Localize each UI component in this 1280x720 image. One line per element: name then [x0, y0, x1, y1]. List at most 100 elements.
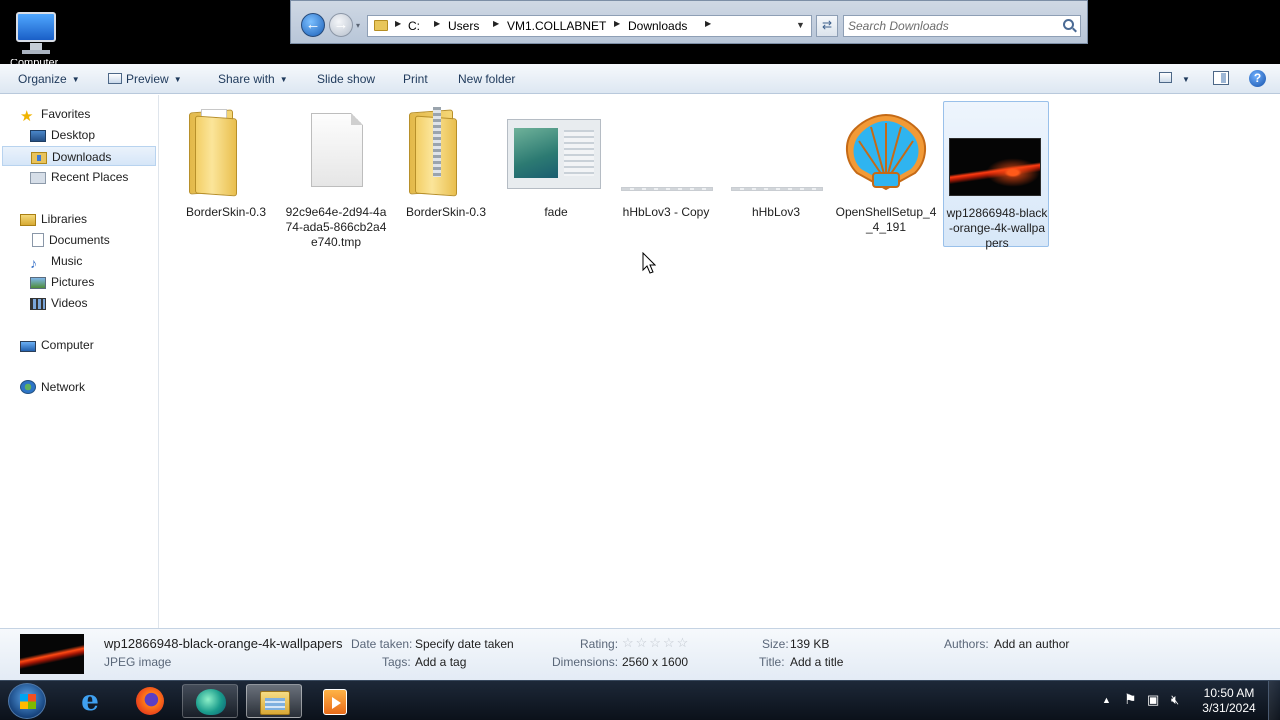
chevron-down-icon: ▼: [279, 75, 288, 84]
volume-muted-icon[interactable]: 🔇︎: [1171, 692, 1179, 708]
recent-pages-dropdown-icon[interactable]: ▾: [356, 21, 362, 30]
search-icon[interactable]: [1063, 19, 1074, 30]
nav-favorites-label: Favorites: [41, 107, 91, 121]
file-item[interactable]: BorderSkin-0.3: [393, 101, 499, 247]
breadcrumb-users[interactable]: Users: [448, 19, 479, 33]
command-bar: Organize ▼ Preview ▼ Share with ▼ Slide sho…: [0, 64, 1280, 94]
nav-libraries-label: Libraries: [41, 212, 88, 226]
file-name: hHbLov3 - Copy: [622, 205, 710, 219]
blank-document-icon: [283, 101, 389, 201]
file-item[interactable]: OpenShellSetup_4_4_191: [833, 101, 939, 247]
show-desktop-button[interactable]: [1268, 681, 1280, 720]
file-item[interactable]: 92c9e64e-2d94-4a74-ada5-866cb2a4e740.tmp: [283, 101, 389, 249]
rating-label: Rating:: [580, 637, 619, 651]
breadcrumb-chevron-icon[interactable]: ▶: [434, 19, 440, 28]
breadcrumb-user-folder[interactable]: VM1.COLLABNET: [507, 19, 606, 33]
address-history-dropdown-icon[interactable]: ▼: [796, 20, 805, 30]
preview-pane-icon[interactable]: [1213, 71, 1229, 85]
chevron-down-icon: ▼: [173, 75, 182, 84]
share-with-label: Share with: [218, 72, 275, 86]
search-box[interactable]: [843, 15, 1081, 37]
taskbar-internet-explorer[interactable]: e: [62, 684, 118, 718]
start-button[interactable]: [8, 683, 46, 719]
window-title-area: Computer ← → ▾ ▶ C: ▶ Users ▶ VM1.COLLAB…: [0, 0, 1280, 64]
network-status-icon[interactable]: ▣: [1147, 692, 1159, 708]
breadcrumb-chevron-icon[interactable]: ▶: [395, 19, 401, 28]
taskbar-firefox[interactable]: [122, 684, 178, 718]
videos-icon: [30, 298, 46, 310]
breadcrumb-downloads[interactable]: Downloads: [628, 19, 687, 33]
taskbar-windows-explorer[interactable]: [246, 684, 302, 718]
nav-computer[interactable]: Computer: [20, 335, 94, 355]
recent-places-icon: [30, 172, 46, 184]
chevron-down-icon: ▼: [71, 75, 80, 84]
show-hidden-icons-chevron-icon[interactable]: ▲: [1102, 695, 1111, 705]
preview-button[interactable]: Preview ▼: [108, 72, 182, 86]
file-name: BorderSkin-0.3: [185, 205, 267, 219]
file-item-selected[interactable]: wp12866948-black-orange-4k-wallpapers: [943, 101, 1049, 250]
nav-pictures[interactable]: Pictures: [30, 272, 94, 292]
title-value[interactable]: Add a title: [790, 655, 843, 669]
pictures-icon: [30, 277, 46, 289]
desktop-icon: [30, 130, 46, 142]
file-item[interactable]: hHbLov3: [723, 101, 829, 247]
file-item[interactable]: BorderSkin-0.3: [173, 101, 279, 247]
tags-value[interactable]: Add a tag: [415, 655, 466, 669]
slide-show-button[interactable]: Slide show: [317, 72, 375, 86]
nav-network[interactable]: Network: [20, 377, 85, 397]
organize-button[interactable]: Organize ▼: [18, 72, 80, 86]
breadcrumb-chevron-icon[interactable]: ▶: [493, 19, 499, 28]
title-label: Title:: [759, 655, 785, 669]
forward-button[interactable]: →: [329, 13, 353, 37]
nav-favorites[interactable]: ★ Favorites: [20, 104, 90, 124]
nav-recent-places[interactable]: Recent Places: [30, 167, 128, 187]
nav-libraries[interactable]: Libraries: [20, 209, 87, 229]
back-button[interactable]: ←: [301, 13, 325, 37]
nav-documents[interactable]: Documents: [30, 230, 110, 250]
rating-stars-icon[interactable]: ☆☆☆☆☆: [622, 635, 690, 651]
preview-icon: [108, 73, 122, 84]
share-with-button[interactable]: Share with ▼: [218, 72, 288, 86]
selected-file-thumbnail: [20, 634, 84, 674]
file-name: 92c9e64e-2d94-4a74-ada5-866cb2a4e740.tmp: [285, 205, 387, 249]
details-file-name: wp12866948-black-orange-4k-wallpapers: [104, 636, 343, 651]
windows-explorer-icon: [260, 691, 290, 715]
search-input[interactable]: [848, 17, 1048, 35]
file-name: wp12866948-black-orange-4k-wallpapers: [946, 206, 1048, 250]
nav-videos-label: Videos: [51, 296, 88, 310]
change-view-icon[interactable]: [1159, 72, 1172, 83]
nav-videos[interactable]: Videos: [30, 293, 87, 313]
breadcrumb-chevron-icon[interactable]: ▶: [614, 19, 620, 28]
computer-desktop-icon[interactable]: [12, 10, 60, 54]
documents-icon: [32, 233, 44, 247]
image-thumbnail: [503, 101, 609, 201]
authors-value[interactable]: Add an author: [994, 637, 1069, 651]
tags-label: Tags:: [382, 655, 411, 669]
nav-downloads[interactable]: Downloads: [2, 146, 156, 166]
system-clock[interactable]: 10:50 AM 3/31/2024: [1196, 686, 1262, 716]
taskbar-edge[interactable]: [182, 684, 238, 718]
nav-desktop[interactable]: Desktop: [30, 125, 95, 145]
view-options-chevron-icon[interactable]: ▼: [1182, 75, 1190, 84]
new-folder-button[interactable]: New folder: [458, 72, 515, 86]
file-name: hHbLov3: [751, 205, 801, 219]
dimensions-label: Dimensions:: [552, 655, 619, 669]
address-bar[interactable]: ▶ C: ▶ Users ▶ VM1.COLLABNET ▶ Downloads…: [367, 15, 812, 37]
image-thumbnail: [723, 101, 829, 201]
size-label: Size:: [762, 637, 789, 651]
date-taken-value[interactable]: Specify date taken: [415, 637, 514, 651]
help-icon[interactable]: ?: [1249, 70, 1266, 87]
downloads-folder-icon: [31, 152, 47, 164]
breadcrumb-c-drive[interactable]: C:: [408, 19, 420, 33]
action-center-flag-icon[interactable]: ⚑: [1124, 691, 1137, 708]
taskbar: e ▲ ⚑ ▣ 🔇︎ 10:50 AM 3/31/2024: [0, 680, 1280, 720]
file-item[interactable]: fade: [503, 101, 609, 247]
refresh-button[interactable]: ⇄: [816, 15, 838, 37]
taskbar-media-player[interactable]: [307, 684, 363, 718]
nav-pictures-label: Pictures: [51, 275, 95, 289]
file-item[interactable]: hHbLov3 - Copy: [613, 101, 719, 247]
file-name: BorderSkin-0.3: [405, 205, 487, 219]
breadcrumb-chevron-icon[interactable]: ▶: [705, 19, 711, 28]
nav-music[interactable]: ♪ Music: [30, 251, 82, 271]
print-button[interactable]: Print: [403, 72, 428, 86]
